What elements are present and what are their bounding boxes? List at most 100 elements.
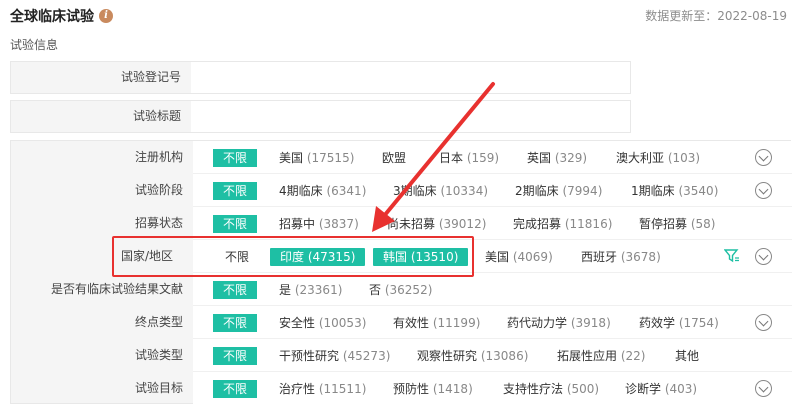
option-item[interactable]: 预防性 (1418)	[393, 380, 473, 398]
option-item[interactable]: 美国 (4069)	[485, 248, 553, 266]
page-header: 全球临床试验 i 数据更新至：2022-08-19	[0, 0, 797, 34]
option-name: 完成招募	[513, 217, 562, 231]
filter-label: 试验类型	[134, 348, 183, 362]
filter-row-endpoint: 终点类型 不限 安全性 (10053) 有效性 (11199) 药代动力学 (3…	[11, 306, 792, 339]
option-item[interactable]: 是 (23361)	[279, 281, 342, 299]
filter-panel: 注册机构 不限 美国 (17515) 欧盟 日本 (159) 英国 (329) …	[10, 140, 792, 404]
filter-options: 不限 美国 (17515) 欧盟 日本 (159) 英国 (329) 澳大利亚 …	[193, 141, 792, 174]
option-item[interactable]: 1期临床 (3540)	[631, 182, 718, 200]
option-name: 尚未招募	[387, 217, 436, 231]
option-item[interactable]: 美国 (17515)	[279, 149, 354, 167]
option-count: (403)	[664, 382, 698, 396]
option-item[interactable]: 否 (36252)	[369, 281, 432, 299]
option-item[interactable]: 尚未招募 (39012)	[387, 215, 486, 233]
filter-label: 试验阶段	[134, 183, 183, 197]
option-count: (17515)	[306, 151, 355, 165]
option-count: (45273)	[342, 349, 391, 363]
option-item[interactable]: 拓展性应用 (22)	[557, 347, 645, 365]
option-name: 药代动力学	[507, 316, 568, 330]
option-name: 否	[369, 283, 382, 297]
option-count: (13510)	[410, 250, 459, 264]
option-count: (22)	[620, 349, 646, 363]
option-item[interactable]: 安全性 (10053)	[279, 314, 366, 332]
trial-title-label: 试验标题	[11, 101, 191, 132]
filter-options: 不限 干预性研究 (45273) 观察性研究 (13086) 拓展性应用 (22…	[193, 339, 792, 372]
option-unlimited[interactable]: 不限	[213, 281, 258, 299]
option-unlimited[interactable]: 不限	[213, 347, 258, 365]
option-count: (47315)	[307, 250, 356, 264]
option-name: 3期临床	[393, 184, 437, 198]
info-icon[interactable]: i	[99, 9, 113, 23]
option-item[interactable]: 澳大利亚 (103)	[616, 149, 700, 167]
option-item[interactable]: 治疗性 (11511)	[279, 380, 366, 398]
option-item[interactable]: 其他	[675, 347, 699, 365]
option-item[interactable]: 完成招募 (11816)	[513, 215, 612, 233]
option-name: 治疗性	[279, 382, 316, 396]
option-item[interactable]: 欧盟	[382, 149, 406, 167]
option-item[interactable]: 药代动力学 (3918)	[507, 314, 611, 332]
option-item[interactable]: 药效学 (1754)	[639, 314, 719, 332]
option-name: 1期临床	[631, 184, 675, 198]
option-unlimited[interactable]: 不限	[213, 182, 258, 200]
option-name: 拓展性应用	[557, 349, 618, 363]
option-item[interactable]: 有效性 (11199)	[393, 314, 480, 332]
option-count: (329)	[554, 151, 588, 165]
trial-title-input[interactable]	[191, 101, 630, 132]
filter-row-country: 国家/地区 不限 印度 (47315) 韩国 (13510) 美国 (4069)…	[11, 240, 792, 273]
option-name: 印度	[280, 250, 305, 264]
option-count: (4069)	[512, 250, 553, 264]
option-name: 有效性	[393, 316, 430, 330]
option-unlimited[interactable]: 不限	[225, 248, 249, 266]
filter-icon[interactable]	[724, 248, 740, 264]
option-count: (10053)	[318, 316, 367, 330]
option-count: (58)	[690, 217, 716, 231]
option-unlimited[interactable]: 不限	[213, 149, 258, 167]
option-item[interactable]: 支持性疗法 (500)	[503, 380, 599, 398]
option-item[interactable]: 英国 (329)	[527, 149, 587, 167]
option-item-selected[interactable]: 印度 (47315)	[270, 248, 366, 266]
option-item[interactable]: 4期临床 (6341)	[279, 182, 366, 200]
filter-label: 注册机构	[134, 150, 183, 164]
option-name: 4期临床	[279, 184, 323, 198]
chevron-down-icon[interactable]	[755, 380, 772, 397]
filter-label: 国家/地区	[120, 249, 173, 263]
option-item[interactable]: 西班牙 (3678)	[581, 248, 661, 266]
option-name: 是	[279, 283, 292, 297]
chevron-down-icon[interactable]	[755, 314, 772, 331]
filter-row-target: 试验目标 不限 治疗性 (11511) 预防性 (1418) 支持性疗法 (50…	[11, 372, 792, 404]
option-unlimited[interactable]: 不限	[213, 215, 258, 233]
option-count: (3837)	[318, 217, 359, 231]
chevron-down-icon[interactable]	[755, 182, 772, 199]
option-count: (3540)	[678, 184, 719, 198]
option-unlimited[interactable]: 不限	[213, 380, 258, 398]
option-item[interactable]: 2期临床 (7994)	[515, 182, 602, 200]
option-count: (3678)	[620, 250, 661, 264]
filter-options: 不限 招募中 (3837) 尚未招募 (39012) 完成招募 (11816) …	[193, 207, 792, 240]
option-item-selected[interactable]: 韩国 (13510)	[373, 248, 469, 266]
option-unlimited[interactable]: 不限	[213, 314, 258, 332]
option-item[interactable]: 观察性研究 (13086)	[417, 347, 528, 365]
option-item[interactable]: 诊断学 (403)	[625, 380, 697, 398]
option-name: 诊断学	[625, 382, 662, 396]
option-count: (13086)	[480, 349, 529, 363]
option-count: (159)	[466, 151, 500, 165]
option-count: (1754)	[678, 316, 719, 330]
option-item[interactable]: 暂停招募 (58)	[639, 215, 715, 233]
option-item[interactable]: 干预性研究 (45273)	[279, 347, 390, 365]
option-name: 预防性	[393, 382, 430, 396]
option-name: 美国	[279, 151, 304, 165]
filter-options: 不限 安全性 (10053) 有效性 (11199) 药代动力学 (3918) …	[193, 306, 792, 339]
option-name: 干预性研究	[279, 349, 340, 363]
filter-row-recruit: 招募状态 不限 招募中 (3837) 尚未招募 (39012) 完成招募 (11…	[11, 207, 792, 240]
trial-id-input[interactable]	[191, 62, 630, 93]
filter-label: 是否有临床试验结果文献	[50, 282, 183, 296]
option-item[interactable]: 3期临床 (10334)	[393, 182, 488, 200]
option-name: 招募中	[279, 217, 316, 231]
chevron-down-icon[interactable]	[755, 149, 772, 166]
option-item[interactable]: 日本 (159)	[439, 149, 499, 167]
filter-options: 不限 治疗性 (11511) 预防性 (1418) 支持性疗法 (500) 诊断…	[193, 372, 792, 404]
option-item[interactable]: 招募中 (3837)	[279, 215, 359, 233]
chevron-down-icon[interactable]	[755, 248, 772, 265]
filter-row-phase: 试验阶段 不限 4期临床 (6341) 3期临床 (10334) 2期临床 (7…	[11, 174, 792, 207]
option-name: 欧盟	[382, 151, 407, 165]
